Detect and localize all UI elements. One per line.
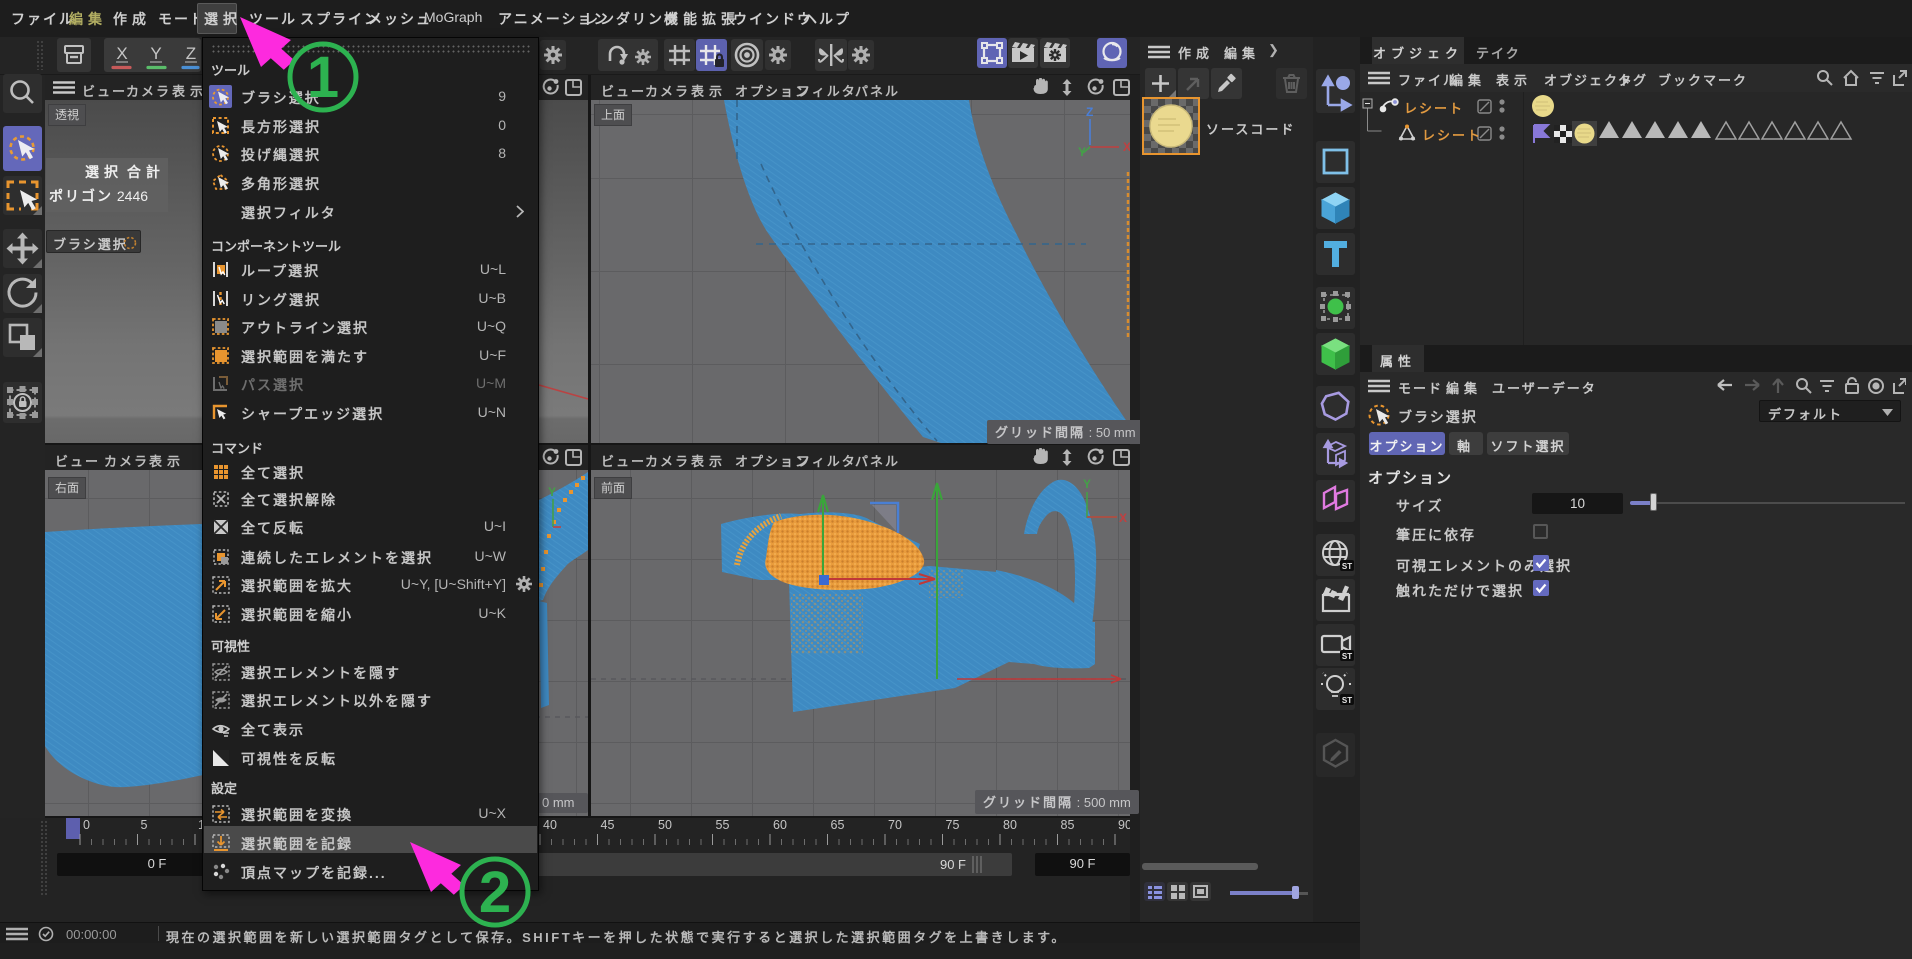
- svg-text:5: 5: [141, 818, 148, 832]
- svg-text:50: 50: [658, 818, 672, 832]
- svg-text:80: 80: [1003, 818, 1017, 832]
- svg-text:X: X: [1119, 511, 1127, 525]
- svg-text:90: 90: [1118, 818, 1130, 832]
- svg-text:75: 75: [946, 818, 960, 832]
- svg-text:ST: ST: [1342, 652, 1352, 661]
- svg-text:X: X: [116, 44, 127, 63]
- svg-text:Z: Z: [1086, 105, 1093, 119]
- svg-text:65: 65: [831, 818, 845, 832]
- svg-text:Y: Y: [150, 44, 161, 63]
- svg-text:Y: Y: [548, 485, 556, 499]
- svg-text:85: 85: [1061, 818, 1075, 832]
- svg-text:ST: ST: [1342, 562, 1352, 571]
- svg-text:Y: Y: [1083, 477, 1091, 491]
- svg-text:60: 60: [773, 818, 787, 832]
- svg-text:0: 0: [83, 818, 90, 832]
- svg-text:ST: ST: [1342, 696, 1352, 705]
- svg-text:45: 45: [601, 818, 615, 832]
- svg-text:70: 70: [888, 818, 902, 832]
- svg-text:X: X: [1123, 140, 1130, 154]
- svg-text:Z: Z: [186, 44, 196, 63]
- svg-text:55: 55: [716, 818, 730, 832]
- svg-text:40: 40: [543, 818, 557, 832]
